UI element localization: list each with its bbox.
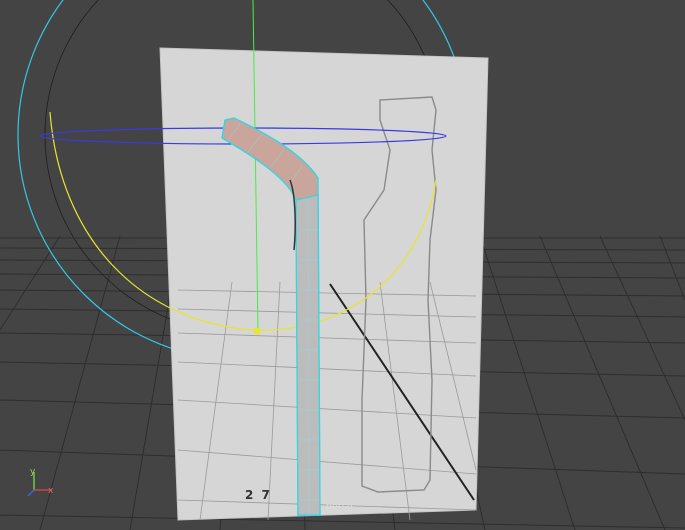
grid-line [479, 235, 576, 530]
grid-line [659, 235, 685, 301]
grid-line [0, 235, 61, 331]
frame-number-text: 2 7 [245, 488, 272, 502]
axis-x-label: x [48, 486, 54, 496]
grid-line [599, 235, 685, 421]
axis-triad-icon [27, 472, 52, 497]
grid-line [0, 514, 685, 529]
camera-name-label: persp [326, 502, 353, 512]
axis-y-label: y [30, 467, 36, 477]
manipulator-center-handle[interactable] [254, 328, 260, 334]
maya-perspective-viewport[interactable]: 2 7 persp y x [0, 0, 685, 530]
viewport-scene[interactable] [0, 0, 685, 530]
grid-line [539, 235, 666, 530]
